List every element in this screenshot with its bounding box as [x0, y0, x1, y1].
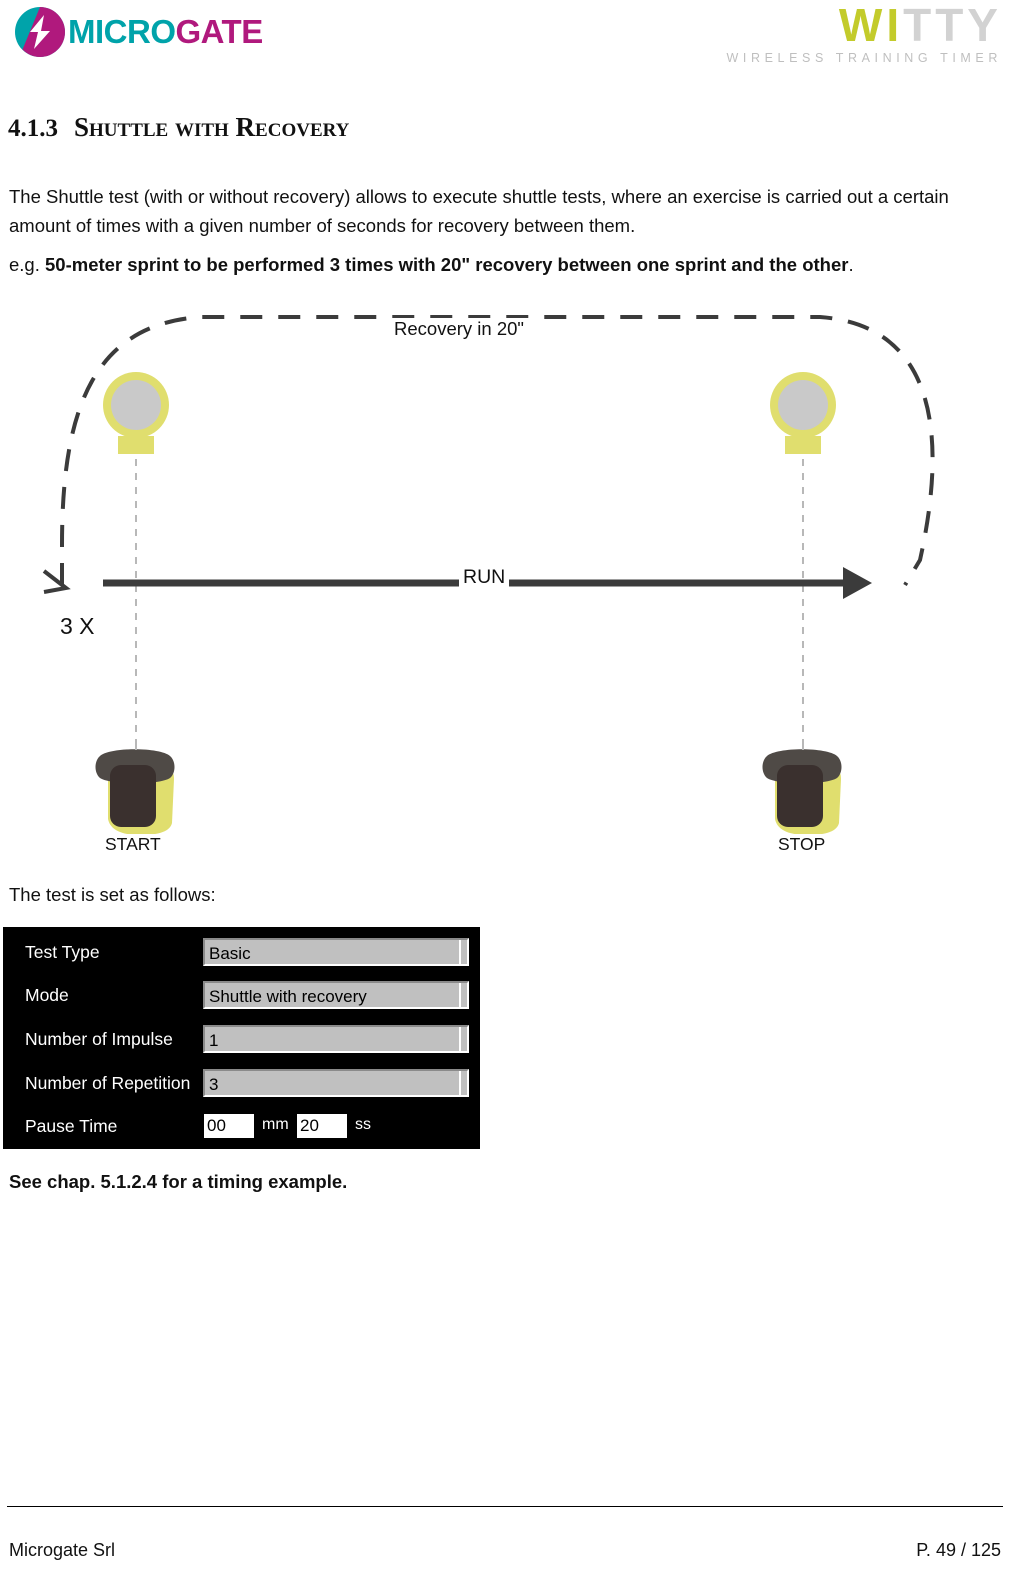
- pause-time-seconds-unit: ss: [355, 1116, 371, 1133]
- test-settings-panel: Test Type Basic Mode Shuttle with recove…: [3, 927, 480, 1149]
- run-label: RUN: [459, 566, 510, 589]
- witty-wordmark-part1: WI: [838, 0, 904, 51]
- pause-time-seconds-value: 20: [300, 1116, 319, 1135]
- settings-row-mode: Mode Shuttle with recovery: [3, 980, 480, 1017]
- example-paragraph: e.g. 50-meter sprint to be performed 3 t…: [9, 250, 1001, 279]
- number-of-repetition-value: 3: [209, 1075, 219, 1094]
- microgate-wordmark-part2: GATE: [175, 13, 264, 50]
- number-of-impulse-label: Number of Impulse: [25, 1029, 173, 1049]
- follows-paragraph: The test is set as follows:: [9, 884, 216, 905]
- number-of-impulse-dropdown-arrow-icon[interactable]: [459, 1027, 467, 1051]
- section-heading: 4.1.3 Shuttle with Recovery: [8, 112, 349, 143]
- shuttle-test-diagram: Recovery in 20" RUN 3 X START STOP: [0, 295, 1010, 870]
- start-device-icon: [95, 743, 175, 835]
- start-label: START: [105, 834, 161, 855]
- pause-time-label: Pause Time: [25, 1116, 118, 1136]
- example-prefix: e.g.: [9, 254, 45, 275]
- test-type-combo[interactable]: Basic: [203, 938, 469, 966]
- number-of-repetition-dropdown-arrow-icon[interactable]: [459, 1071, 467, 1095]
- photocell-right-icon: [770, 372, 836, 454]
- witty-tagline: WIRELESS TRAINING TIMER: [726, 51, 1002, 65]
- example-bold-text: 50-meter sprint to be performed 3 times …: [45, 254, 849, 275]
- microgate-wordmark: MICROGATE: [68, 6, 263, 58]
- number-of-impulse-combo[interactable]: 1: [203, 1025, 469, 1053]
- test-type-dropdown-arrow-icon[interactable]: [459, 940, 467, 964]
- witty-wordmark: WITTY: [726, 2, 1002, 48]
- stop-label: STOP: [778, 834, 826, 855]
- example-suffix: .: [848, 254, 854, 275]
- microgate-mark-icon: [14, 6, 66, 58]
- witty-wordmark-part2: TTY: [903, 0, 1002, 51]
- pause-time-minutes-unit: mm: [262, 1116, 289, 1133]
- section-title: Shuttle with Recovery: [74, 112, 350, 142]
- intro-paragraph: The Shuttle test (with or without recove…: [9, 186, 949, 236]
- settings-row-pause-time: Pause Time 00 mm 20 ss: [3, 1111, 480, 1148]
- number-of-impulse-value: 1: [209, 1031, 219, 1050]
- run-arrowhead: [843, 567, 872, 599]
- microgate-wordmark-part1: MICRO: [68, 13, 176, 50]
- number-of-repetition-label: Number of Repetition: [25, 1073, 191, 1093]
- footer-divider: [7, 1506, 1003, 1507]
- settings-row-number-of-impulse: Number of Impulse 1: [3, 1024, 480, 1061]
- pause-time-minutes-value: 00: [207, 1116, 226, 1135]
- mode-dropdown-arrow-icon[interactable]: [459, 983, 467, 1007]
- pause-time-seconds-input[interactable]: 20: [296, 1113, 348, 1139]
- see-chapter-paragraph: See chap. 5.1.2.4 for a timing example.: [9, 1171, 348, 1192]
- footer-page-number: P. 49 / 125: [916, 1540, 1001, 1560]
- recovery-label: Recovery in 20": [389, 318, 529, 340]
- test-type-label: Test Type: [25, 942, 100, 962]
- repetitions-label: 3 X: [60, 613, 95, 640]
- settings-row-test-type: Test Type Basic: [3, 937, 480, 974]
- document-page: MICROGATE WITTY WIRELESS TRAINING TIMER …: [0, 0, 1010, 1585]
- settings-row-number-of-repetition: Number of Repetition 3: [3, 1068, 480, 1105]
- page-header: MICROGATE WITTY WIRELESS TRAINING TIMER: [0, 0, 1010, 80]
- mode-label: Mode: [25, 985, 69, 1005]
- photocell-left-icon: [103, 372, 169, 454]
- section-number: 4.1.3: [8, 115, 58, 142]
- number-of-repetition-combo[interactable]: 3: [203, 1069, 469, 1097]
- mode-combo[interactable]: Shuttle with recovery: [203, 981, 469, 1009]
- mode-value: Shuttle with recovery: [209, 987, 367, 1006]
- microgate-logo: MICROGATE: [14, 6, 263, 58]
- test-type-value: Basic: [209, 944, 251, 963]
- witty-logo: WITTY WIRELESS TRAINING TIMER: [726, 2, 1002, 65]
- footer-company: Microgate Srl: [9, 1540, 116, 1560]
- stop-device-icon: [762, 743, 842, 835]
- pause-time-minutes-input[interactable]: 00: [203, 1113, 255, 1139]
